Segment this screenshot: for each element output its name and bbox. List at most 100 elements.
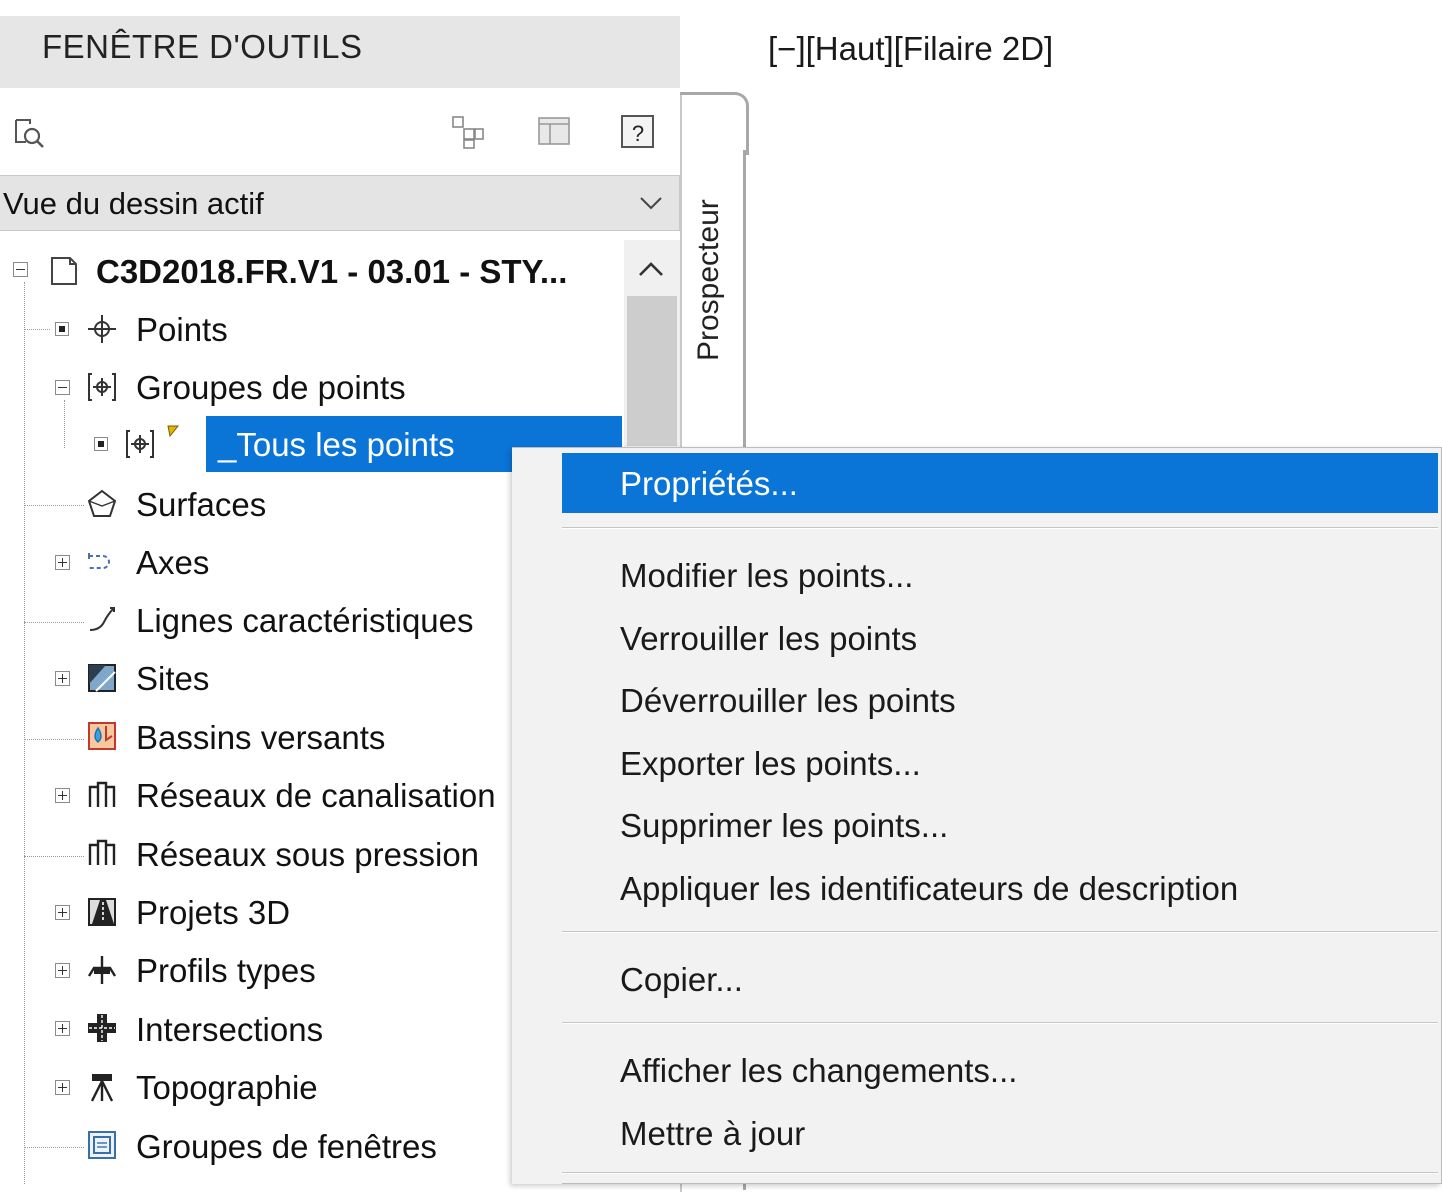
menu-item-label: Exporter les points... (620, 745, 921, 782)
item-view-icon[interactable] (450, 114, 486, 150)
tree-item-alignments[interactable]: Axes (136, 535, 209, 591)
menu-separator (562, 527, 1438, 529)
tree-item-label: Lignes caractéristiques (136, 602, 474, 639)
menu-item-unlock-points[interactable]: Déverrouiller les points (562, 670, 1438, 730)
expand-toggle[interactable] (55, 555, 70, 570)
menu-separator (562, 1172, 1438, 1174)
out-of-date-flag-icon (167, 425, 180, 438)
tree-item-pressure-networks[interactable]: Réseaux sous pression (136, 827, 479, 883)
menu-item-update[interactable]: Mettre à jour (562, 1103, 1438, 1163)
tree-item-surfaces[interactable]: Surfaces (136, 477, 266, 533)
tree-item-label: Bassins versants (136, 719, 386, 756)
menu-item-label: Copier... (620, 961, 743, 998)
viewport-controls-label[interactable]: [−][Haut][Filaire 2D] (768, 30, 1053, 68)
menu-separator (562, 931, 1438, 933)
zoom-to-icon[interactable] (12, 114, 48, 150)
sites-icon (88, 664, 116, 692)
menu-item-label: Supprimer les points... (620, 807, 949, 844)
tree-item-label: Réseaux de canalisation (136, 777, 496, 814)
assemblies-icon (87, 956, 117, 984)
tree-item-sites[interactable]: Sites (136, 651, 209, 707)
tree-item-corridors[interactable]: Projets 3D (136, 885, 290, 941)
drawing-file-icon (51, 257, 77, 285)
toolspace-title: FENÊTRE D'OUTILS (42, 28, 363, 65)
tree-guide-line (24, 505, 84, 506)
prospector-tab-edge (680, 92, 749, 155)
help-icon[interactable]: ? (620, 114, 656, 150)
tree-item-survey[interactable]: Topographie (136, 1060, 318, 1116)
pressure-networks-icon (88, 839, 116, 865)
collapse-toggle[interactable] (55, 380, 70, 395)
expand-toggle[interactable] (55, 905, 70, 920)
toolspace-toolbar: ? (0, 100, 680, 164)
feature-lines-icon (89, 607, 115, 631)
menu-item-delete-points[interactable]: Supprimer les points... (562, 795, 1438, 855)
view-select[interactable]: Vue du dessin actif (0, 175, 680, 231)
surfaces-icon (87, 489, 117, 517)
view-frame-groups-icon (88, 1131, 116, 1159)
menu-item-edit-points[interactable]: Modifier les points... (562, 545, 1438, 605)
points-icon (88, 315, 116, 343)
survey-icon (90, 1074, 114, 1102)
menu-item-show-changes[interactable]: Afficher les changements... (562, 1040, 1438, 1100)
menu-separator (562, 1022, 1438, 1024)
menu-item-label: Appliquer les identificateurs de descrip… (620, 870, 1239, 907)
collapse-root-toggle[interactable] (13, 262, 28, 277)
expand-toggle[interactable] (55, 1021, 70, 1036)
menu-item-copy[interactable]: Copier... (562, 949, 1438, 1009)
point-group-icon (126, 430, 154, 458)
tree-item-feature-lines[interactable]: Lignes caractéristiques (136, 593, 474, 649)
point-groups-icon (88, 373, 116, 401)
menu-item-label: Mettre à jour (620, 1115, 806, 1152)
tree-guide-line (24, 282, 25, 1184)
menu-item-lock-points[interactable]: Verrouiller les points (562, 608, 1438, 668)
corridors-icon (88, 898, 116, 926)
tree-root[interactable]: C3D2018.FR.V1 - 03.01 - STY... (96, 244, 567, 300)
expand-toggle[interactable] (55, 963, 70, 978)
menu-item-label: Déverrouiller les points (620, 682, 956, 719)
tree-item-label-selected: _Tous les points (218, 426, 455, 463)
view-select-value: Vue du dessin actif (3, 186, 264, 221)
menu-item-apply-description-keys[interactable]: Appliquer les identificateurs de descrip… (562, 858, 1438, 918)
tree-item-label: Surfaces (136, 486, 267, 523)
menu-item-label: Afficher les changements... (620, 1052, 1018, 1089)
tree-node-marker (55, 322, 69, 336)
list-view-icon[interactable] (536, 114, 572, 150)
tree-guide-line (24, 622, 84, 623)
tree-item-label: Intersections (136, 1011, 324, 1048)
alignments-icon (88, 553, 110, 569)
tree-item-catchments[interactable]: Bassins versants (136, 710, 385, 766)
expand-toggle[interactable] (55, 671, 70, 686)
tab-prospecteur[interactable]: Prospecteur (692, 180, 732, 380)
tree-item-point-groups[interactable]: Groupes de points (136, 360, 406, 416)
menu-item-export-points[interactable]: Exporter les points... (562, 733, 1438, 793)
tree-guide-line (24, 856, 84, 857)
tree-guide-line (64, 400, 65, 448)
tree-item-view-frame-groups[interactable]: Groupes de fenêtres (136, 1119, 437, 1175)
expand-toggle[interactable] (55, 1080, 70, 1095)
scroll-up-icon[interactable] (636, 258, 666, 280)
tree-node-marker (94, 437, 108, 451)
tree-item-label: Topographie (136, 1069, 318, 1106)
tree-item-label: Réseaux sous pression (136, 836, 480, 873)
tree-item-label: Axes (136, 544, 210, 581)
menu-item-label: Modifier les points... (620, 557, 914, 594)
tree-scrollbar-thumb[interactable] (627, 296, 677, 446)
context-menu-gutter (512, 448, 562, 1184)
tree-item-label: Projets 3D (136, 894, 291, 931)
catchments-icon (88, 722, 116, 750)
tree-item-label: Groupes de fenêtres (136, 1128, 437, 1165)
tree-item-label: Sites (136, 660, 210, 697)
menu-item-properties[interactable]: Propriétés... (562, 453, 1438, 513)
tree-item-points[interactable]: Points (136, 302, 228, 358)
tree-item-label: Groupes de points (136, 369, 406, 406)
tree-item-intersections[interactable]: Intersections (136, 1002, 323, 1058)
expand-toggle[interactable] (55, 788, 70, 803)
tree-guide-line (24, 329, 50, 330)
tree-item-label: Points (136, 311, 228, 348)
chevron-down-icon (640, 197, 662, 210)
tree-item-pipe-networks[interactable]: Réseaux de canalisation (136, 768, 496, 824)
intersections-icon (88, 1014, 116, 1042)
menu-item-label: Propriétés... (620, 465, 798, 502)
tree-item-assemblies[interactable]: Profils types (136, 943, 316, 999)
